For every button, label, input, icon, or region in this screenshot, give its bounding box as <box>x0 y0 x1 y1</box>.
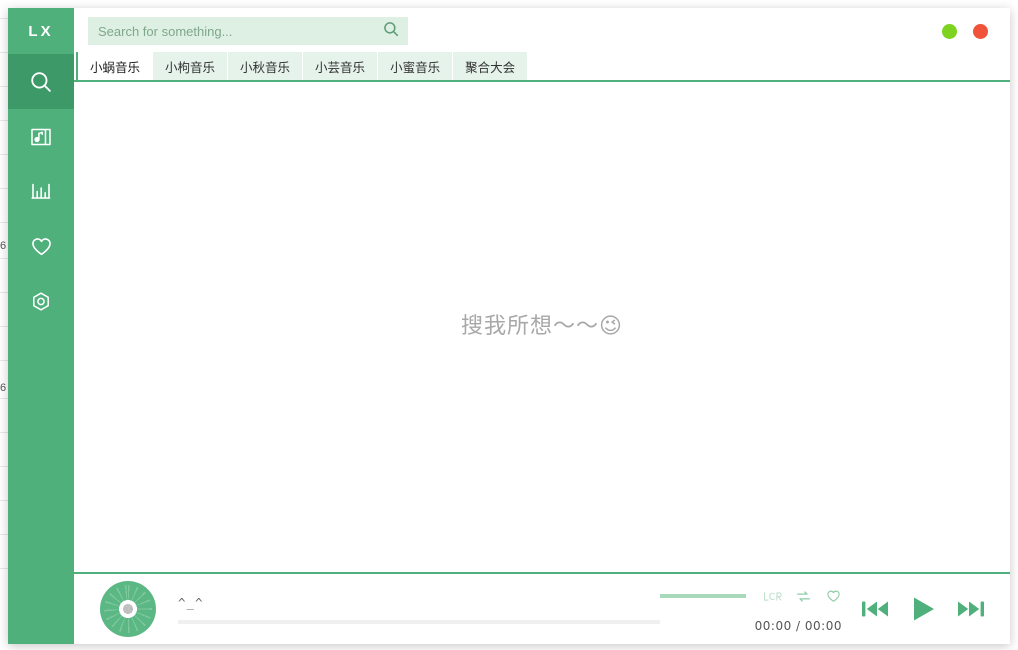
chart-bars-icon <box>29 180 53 204</box>
vinyl-record-icon[interactable] <box>100 581 156 637</box>
play-icon[interactable] <box>908 594 938 624</box>
transport-controls <box>860 594 996 624</box>
heart-icon <box>29 234 54 259</box>
sidebar-item-ranking[interactable] <box>8 164 74 219</box>
top-bar <box>74 8 1010 54</box>
tab-xiaowo-music[interactable]: 小蜗音乐 <box>76 52 153 80</box>
previous-track-icon[interactable] <box>860 596 890 622</box>
source-tab-bar: 小蜗音乐 小枸音乐 小秋音乐 小芸音乐 小蜜音乐 聚合大会 <box>74 54 1010 82</box>
content-area: 搜我所想～～😉 <box>74 82 1010 574</box>
track-info: ^_^ <box>156 574 660 644</box>
search-submit-button[interactable] <box>374 17 408 45</box>
empty-state-text: 搜我所想～～😉 <box>461 308 623 340</box>
playback-progress-slider[interactable] <box>178 620 660 624</box>
playback-time: 00:00 / 00:00 <box>755 619 842 633</box>
gear-hex-icon <box>29 290 53 314</box>
app-window: LX <box>8 8 1010 644</box>
heart-outline-icon[interactable] <box>825 588 842 604</box>
main-area: 小蜗音乐 小枸音乐 小秋音乐 小芸音乐 小蜜音乐 聚合大会 搜我所想～～😉 ^_… <box>74 8 1010 644</box>
sidebar-item-library[interactable] <box>8 109 74 164</box>
tab-xiaoyun-music[interactable]: 小芸音乐 <box>303 52 378 80</box>
search-icon <box>382 20 400 43</box>
player-bar: ^_^ <box>74 574 1010 644</box>
next-track-icon[interactable] <box>956 596 986 622</box>
tab-juhe-dahui[interactable]: 聚合大会 <box>453 52 528 80</box>
tab-xiaogou-music[interactable]: 小枸音乐 <box>153 52 228 80</box>
window-minimize-button[interactable] <box>942 24 957 39</box>
background-row-number: 6 <box>0 240 6 252</box>
window-controls <box>942 24 988 39</box>
search-icon <box>28 69 54 95</box>
sidebar-item-settings[interactable] <box>8 274 74 329</box>
search-bar[interactable] <box>88 17 408 45</box>
repeat-icon[interactable] <box>795 589 812 604</box>
player-icon-row <box>660 585 842 607</box>
track-title: ^_^ <box>178 595 660 610</box>
tab-xiaoqiu-music[interactable]: 小秋音乐 <box>228 52 303 80</box>
player-right-controls: 00:00 / 00:00 <box>660 574 996 644</box>
sidebar-item-favorite[interactable] <box>8 219 74 274</box>
window-close-button[interactable] <box>973 24 988 39</box>
lrc-icon[interactable] <box>763 589 782 604</box>
volume-fill <box>660 594 746 598</box>
sidebar-item-search[interactable] <box>8 54 74 109</box>
tab-xiaomi-music[interactable]: 小蜜音乐 <box>378 52 453 80</box>
music-library-icon <box>29 125 53 149</box>
volume-slider[interactable] <box>660 594 746 598</box>
player-secondary-controls: 00:00 / 00:00 <box>660 585 842 633</box>
sidebar: LX <box>8 8 74 644</box>
app-logo: LX <box>8 8 74 54</box>
search-input[interactable] <box>88 17 374 45</box>
background-row-number: 6 <box>0 382 6 394</box>
